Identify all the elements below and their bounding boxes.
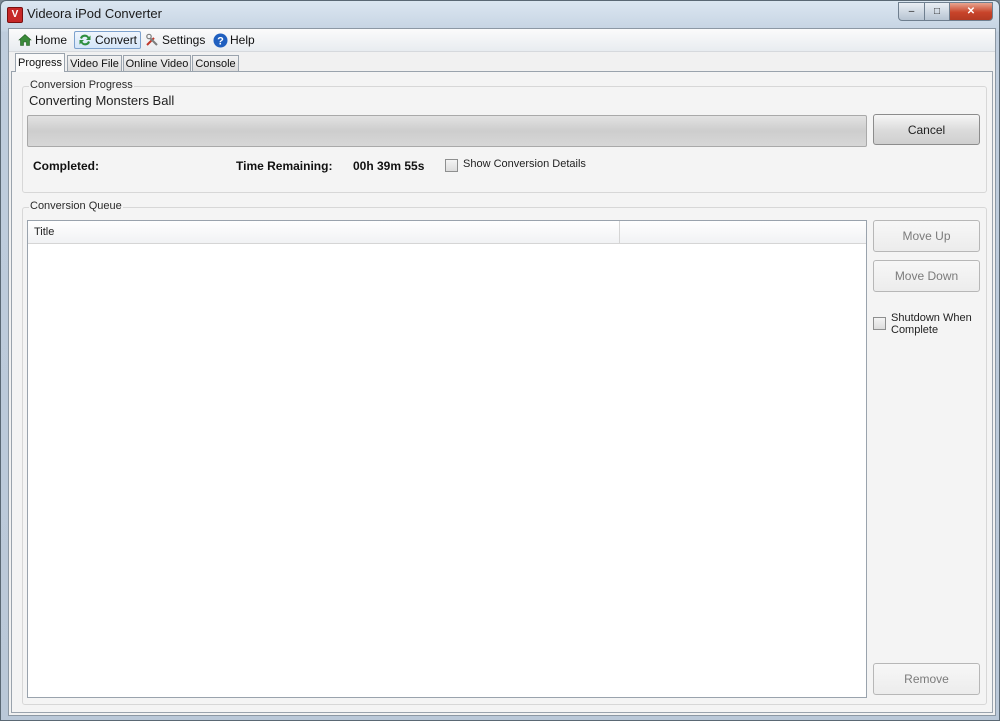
move-up-button[interactable]: Move Up [873,220,980,252]
title-column-header[interactable]: Title [28,221,620,243]
tab-progress[interactable]: Progress [15,53,65,72]
svg-text:?: ? [217,36,224,48]
time-remaining-label: Time Remaining: [236,159,333,173]
conversion-queue-title: Conversion Queue [29,200,123,212]
show-details-checkbox-row[interactable]: Show Conversion Details [445,158,586,172]
show-details-label: Show Conversion Details [463,158,586,170]
remove-button[interactable]: Remove [873,663,980,695]
shutdown-checkbox-row[interactable]: Shutdown When Complete [873,312,972,336]
toolbar-settings-label: Settings [162,33,206,47]
conversion-queue-list[interactable]: Title [27,220,867,698]
show-details-checkbox[interactable] [445,159,458,172]
converting-text: Converting Monsters Ball [29,93,175,108]
tab-online-video[interactable]: Online Video [123,55,191,71]
conversion-progress-group: Conversion Progress Converting Monsters … [22,79,987,193]
toolbar-home-button[interactable]: Home [15,31,70,49]
shutdown-label-line2: Complete [891,324,939,336]
title-bar[interactable]: V Videora iPod Converter – □ ✕ [1,1,999,28]
conversion-progress-bar [27,115,867,147]
settings-icon [145,33,159,47]
convert-icon [78,33,92,47]
toolbar-home-label: Home [35,33,68,47]
shutdown-label: Shutdown When Complete [891,312,972,336]
toolbar-settings-button[interactable]: Settings [142,31,208,49]
toolbar-convert-button[interactable]: Convert [74,31,142,49]
tab-video-file[interactable]: Video File [67,55,122,71]
second-column-header[interactable] [620,221,866,243]
shutdown-checkbox[interactable] [873,317,886,330]
window-title: Videora iPod Converter [27,6,162,21]
shutdown-label-line1: Shutdown When [891,312,972,324]
toolbar: Home Convert Settings ? Help [9,29,995,52]
help-icon: ? [213,33,228,48]
tab-console[interactable]: Console [192,55,239,71]
maximize-button[interactable]: □ [925,2,950,21]
move-down-button[interactable]: Move Down [873,260,980,292]
close-button[interactable]: ✕ [950,2,993,21]
minimize-button[interactable]: – [898,2,925,21]
toolbar-help-label: Help [230,33,255,47]
app-window: V Videora iPod Converter – □ ✕ Home Conv… [0,0,1000,721]
progress-tab-panel: Conversion Progress Converting Monsters … [11,71,993,713]
conversion-progress-title: Conversion Progress [29,79,134,91]
toolbar-convert-label: Convert [95,33,138,47]
toolbar-help-button[interactable]: ? Help [210,31,258,49]
conversion-queue-group: Conversion Queue Title Move Up Move Down… [22,200,987,705]
queue-list-header: Title [28,221,866,244]
window-controls: – □ ✕ [898,2,993,21]
completed-label: Completed: [33,159,99,173]
client-area: Home Convert Settings ? Help Progress Vi… [8,28,996,716]
time-remaining-value: 00h 39m 55s [353,159,425,173]
cancel-button[interactable]: Cancel [873,114,980,145]
app-icon: V [7,7,23,23]
home-icon [18,33,32,47]
